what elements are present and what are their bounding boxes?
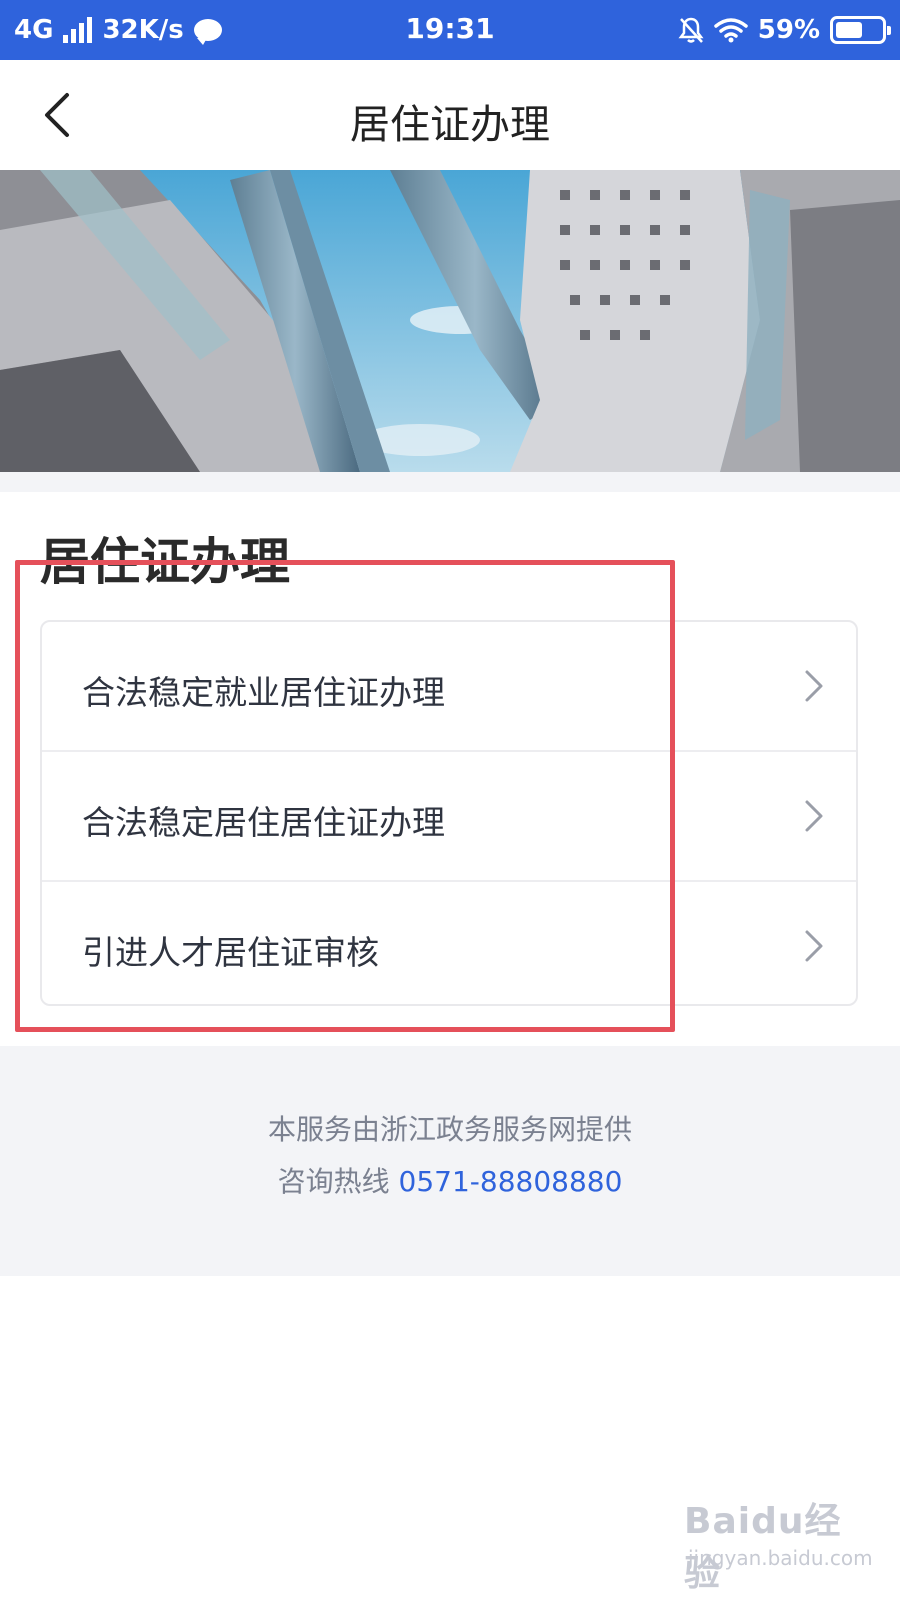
nav-header: 居住证办理 — [0, 60, 900, 170]
footer: 本服务由浙江政务服务网提供 咨询热线 0571-88808880 — [0, 1046, 900, 1276]
chevron-right-icon — [805, 930, 823, 962]
battery-icon — [830, 16, 891, 44]
list-item-label: 合法稳定就业居住证办理 — [82, 673, 445, 712]
section-title: 居住证办理 — [40, 533, 290, 591]
list-item[interactable]: 引进人才居住证审核 — [42, 882, 856, 1012]
hotline-text: 咨询热线 0571-88808880 — [0, 1160, 900, 1200]
service-list: 合法稳定就业居住证办理 合法稳定居住居住证办理 引进人才居住证审核 — [40, 620, 858, 1006]
mute-bell-icon — [678, 17, 704, 43]
watermark-site: jingyan.baidu.com — [688, 1546, 873, 1570]
chevron-right-icon — [805, 800, 823, 832]
banner-image — [0, 170, 900, 472]
city-skyline-image — [0, 170, 900, 472]
status-bar: 4G 32K/s 19:31 59% — [0, 0, 900, 60]
section-divider — [0, 472, 900, 492]
service-section: 居住证办理 合法稳定就业居住证办理 合法稳定居住居住证办理 引进人才居住证审核 — [0, 492, 900, 1046]
list-item[interactable]: 合法稳定就业居住证办理 — [42, 622, 856, 752]
watermark: Baidu经验 jingyan.baidu.com — [684, 1492, 874, 1594]
battery-percent: 59% — [757, 15, 820, 45]
page-title: 居住证办理 — [350, 102, 550, 148]
hotline-number-link[interactable]: 0571-88808880 — [399, 1165, 623, 1198]
status-right: 59% — [678, 12, 891, 48]
list-item-label: 引进人才居住证审核 — [82, 933, 379, 972]
hotline-label: 咨询热线 — [277, 1165, 390, 1198]
list-item-label: 合法稳定居住居住证办理 — [82, 803, 445, 842]
list-item[interactable]: 合法稳定居住居住证办理 — [42, 752, 856, 882]
provider-text: 本服务由浙江政务服务网提供 — [267, 1113, 632, 1146]
wifi-icon — [714, 18, 748, 43]
chevron-right-icon — [805, 670, 823, 702]
watermark-logo: Baidu经验 — [684, 1501, 842, 1594]
